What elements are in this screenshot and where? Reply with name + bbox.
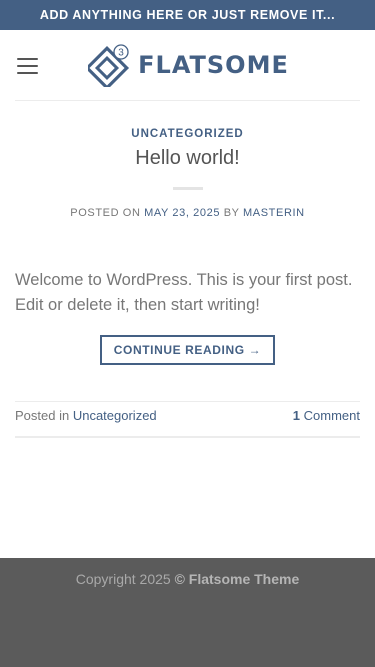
meta-posted-on-label: POSTED ON	[70, 207, 141, 219]
hamburger-menu-icon[interactable]	[17, 58, 38, 74]
logo-text: FLATSOME	[138, 51, 289, 79]
post-header: UNCATEGORIZED Hello world! POSTED ON MAY…	[0, 128, 375, 219]
copyright-brand-link[interactable]: © Flatsome Theme	[175, 571, 300, 587]
copyright-text: Copyright 2025	[75, 571, 171, 587]
post-excerpt: Welcome to WordPress. This is your first…	[15, 271, 353, 314]
comment-label[interactable]: Comment	[304, 408, 360, 423]
post-date-link[interactable]: MAY 23, 2025	[144, 207, 220, 219]
posted-in: Posted in Uncategorized	[15, 408, 157, 423]
meta-by-label: BY	[223, 207, 240, 219]
post-footer-divider-top	[15, 401, 360, 402]
post-meta: POSTED ON MAY 23, 2025 BY MASTERIN	[0, 207, 375, 219]
title-divider	[172, 187, 203, 190]
posted-in-label: Posted in	[15, 408, 70, 423]
post-footer-divider-bottom	[15, 436, 360, 438]
comments-link[interactable]: 1 Comment	[293, 408, 360, 423]
post-footer-meta: Posted in Uncategorized 1 Comment	[15, 408, 360, 423]
flatsome-logo-icon: 3	[88, 44, 130, 87]
post-title[interactable]: Hello world!	[0, 147, 375, 170]
post-author-link[interactable]: MASTERIN	[243, 207, 305, 219]
posted-in-category-link[interactable]: Uncategorized	[73, 408, 157, 423]
site-header: 3 FLATSOME	[0, 30, 375, 100]
copyright: Copyright 2025 © Flatsome Theme	[0, 571, 375, 587]
header-divider	[15, 100, 360, 101]
logo-badge: 3	[118, 48, 124, 59]
site-footer: Copyright 2025 © Flatsome Theme	[0, 558, 375, 667]
continue-reading-button[interactable]: CONTINUE READING →	[100, 335, 275, 365]
post-category-link[interactable]: UNCATEGORIZED	[0, 128, 375, 140]
top-bar-text: ADD ANYTHING HERE OR JUST REMOVE IT...	[39, 8, 336, 22]
top-bar: ADD ANYTHING HERE OR JUST REMOVE IT...	[0, 0, 375, 30]
site-logo[interactable]: 3 FLATSOME	[88, 43, 289, 87]
comment-count: 1	[292, 408, 301, 423]
